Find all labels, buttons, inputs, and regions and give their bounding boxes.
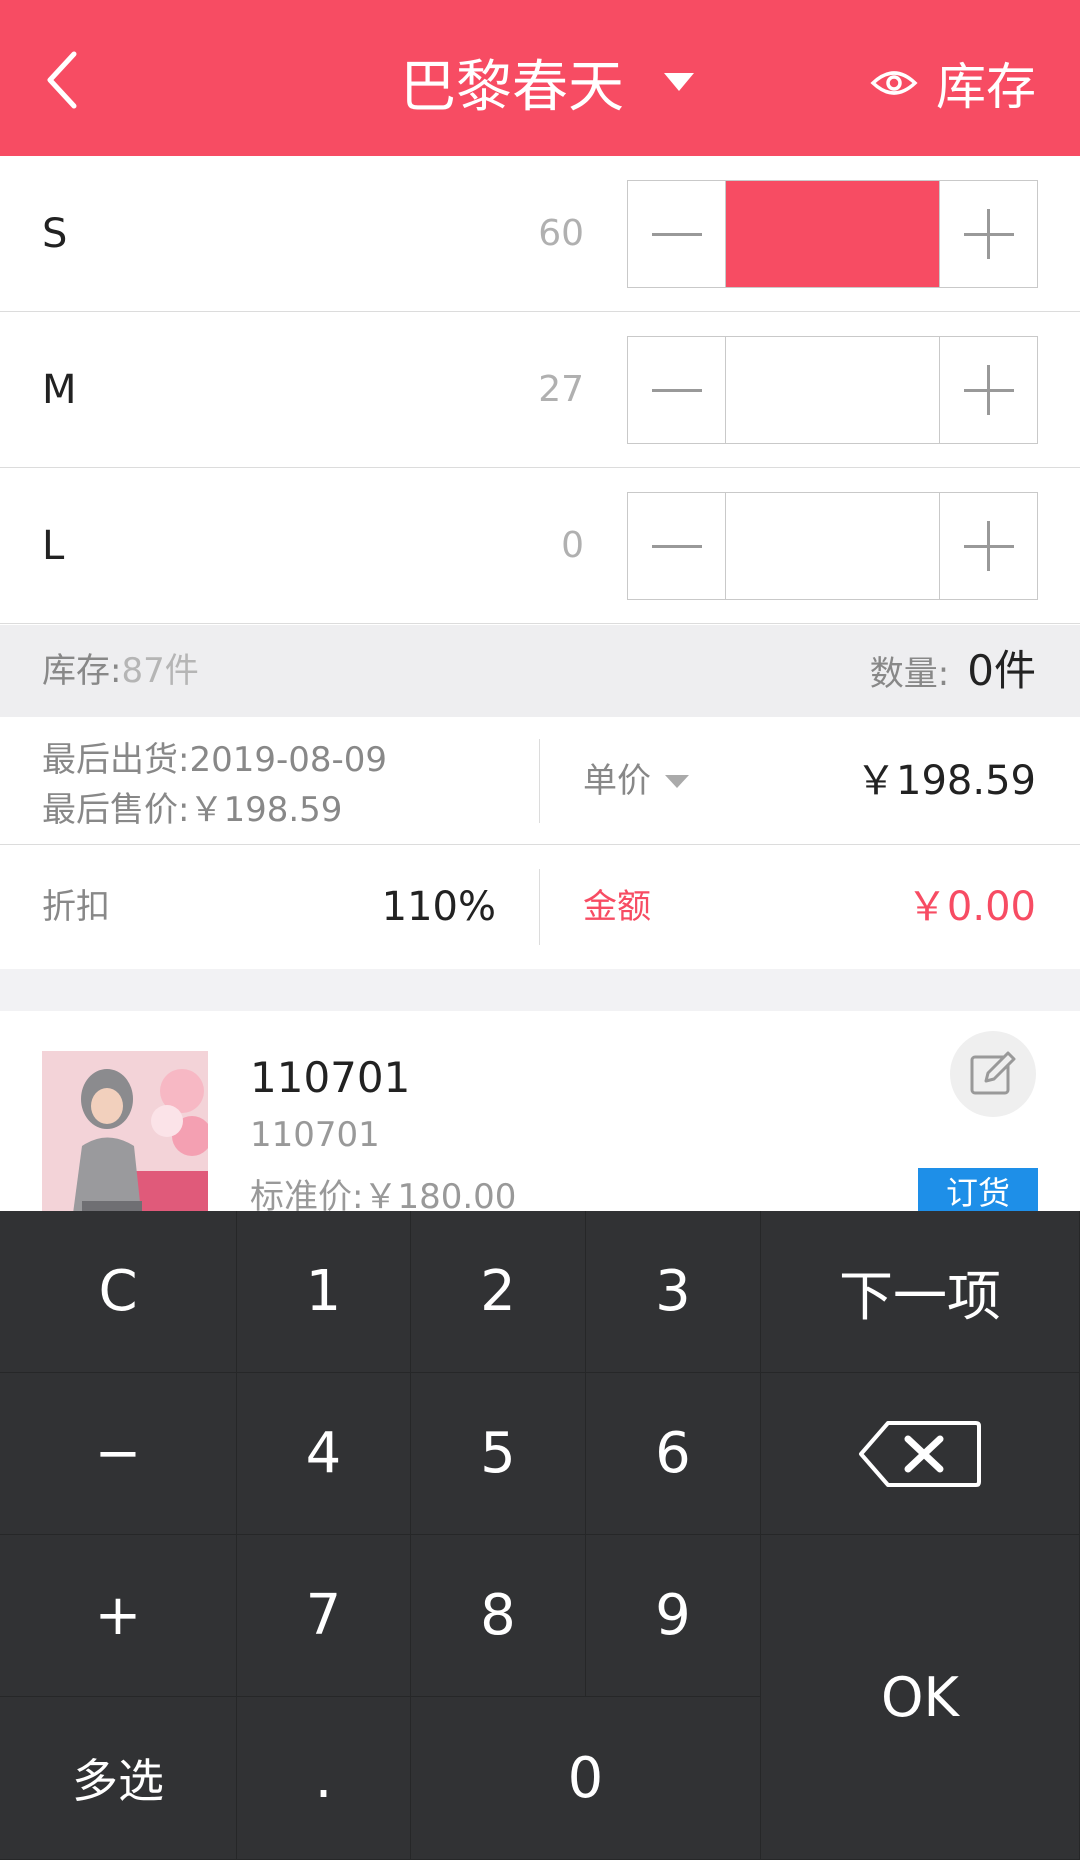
minus-icon [652, 389, 702, 392]
last-price-label: 最后售价: [42, 790, 190, 830]
standard-price: 标准价:￥180.00 [250, 1169, 516, 1211]
size-label: S [42, 211, 68, 257]
edit-icon [970, 1051, 1016, 1095]
page-title: 巴黎春天 [400, 54, 624, 120]
last-shipped-label: 最后出货: [42, 740, 190, 780]
quantity-input[interactable] [726, 337, 939, 443]
key-ok[interactable]: OK [761, 1535, 1080, 1860]
quantity-stepper [627, 180, 1038, 288]
top-bar: 巴黎春天 库存 [0, 0, 1080, 156]
key-clear[interactable]: C [0, 1211, 237, 1373]
key-decimal[interactable]: . [237, 1697, 411, 1860]
quantity-stepper [627, 336, 1038, 444]
size-label: L [42, 523, 65, 569]
total-quantity: 数量: 0件 [870, 625, 1036, 720]
backspace-icon [859, 1420, 981, 1487]
total-quantity-label: 数量: [869, 654, 950, 694]
amount-label: 金额 [583, 887, 651, 927]
size-stock: 0 [561, 525, 584, 566]
order-entry-screen: 巴黎春天 库存 S 60 M 27 L 0 库存:87件 数量: 0件 最后出货… [0, 0, 1080, 1860]
key-4[interactable]: 4 [237, 1373, 411, 1535]
key-9[interactable]: 9 [586, 1535, 761, 1697]
key-8[interactable]: 8 [411, 1535, 586, 1697]
edit-button[interactable] [950, 1031, 1036, 1117]
unit-price-label: 单价 [583, 761, 651, 801]
divider [539, 739, 540, 823]
eye-icon [870, 71, 918, 95]
discount-label: 折扣 [42, 887, 110, 927]
size-row-s: S 60 [0, 156, 1080, 312]
key-multi-select[interactable]: 多选 [0, 1697, 237, 1860]
back-chevron-icon[interactable] [40, 48, 100, 112]
minus-button[interactable] [628, 493, 726, 599]
standard-price-label: 标准价: [250, 1177, 364, 1211]
standard-price-value: ￥180.00 [363, 1177, 517, 1211]
product-sub-code: 110701 [250, 1115, 380, 1155]
last-price-value: ￥198.59 [189, 790, 343, 830]
size-row-m: M 27 [0, 312, 1080, 468]
key-next-item[interactable]: 下一项 [761, 1211, 1080, 1373]
discount-amount-row: 折扣 110% 金额 ￥0.00 [0, 845, 1080, 969]
plus-button[interactable] [939, 181, 1037, 287]
total-stock: 库存:87件 [42, 625, 199, 717]
stock-summary-bar: 库存:87件 数量: 0件 [0, 625, 1080, 717]
dropdown-caret-icon [664, 73, 694, 91]
key-5[interactable]: 5 [411, 1373, 586, 1535]
key-3[interactable]: 3 [586, 1211, 761, 1373]
store-selector[interactable]: 巴黎春天 [400, 42, 694, 122]
quantity-stepper [627, 492, 1038, 600]
product-card: 110701 110701 标准价:￥180.00 订货 [0, 1011, 1080, 1211]
size-label: M [42, 367, 77, 413]
unit-price-selector[interactable]: 单价 [583, 717, 689, 845]
key-1[interactable]: 1 [237, 1211, 411, 1373]
order-type-badge: 订货 [918, 1168, 1038, 1211]
divider [539, 869, 540, 945]
last-shipped-value: 2019-08-09 [189, 740, 388, 780]
minus-button[interactable] [628, 181, 726, 287]
total-stock-value: 87件 [121, 651, 199, 691]
key-6[interactable]: 6 [586, 1373, 761, 1535]
key-0[interactable]: 0 [411, 1697, 761, 1860]
total-quantity-value: 0件 [967, 646, 1036, 695]
minus-button[interactable] [628, 337, 726, 443]
minus-icon [652, 545, 702, 548]
last-sale-info: 最后出货:2019-08-09 最后售价:￥198.59 [42, 735, 387, 835]
unit-price-value[interactable]: ￥198.59 [856, 717, 1036, 845]
key-minus[interactable]: − [0, 1373, 237, 1535]
total-stock-label: 库存: [42, 651, 122, 691]
section-gap [0, 969, 1080, 1011]
amount-value: ￥0.00 [906, 884, 1036, 930]
stock-toggle-button[interactable]: 库存 [870, 48, 1036, 118]
quantity-input[interactable] [726, 493, 939, 599]
product-code: 110701 [250, 1053, 411, 1102]
price-info-row: 最后出货:2019-08-09 最后售价:￥198.59 单价 ￥198.59 [0, 717, 1080, 845]
stock-toggle-label: 库存 [936, 58, 1036, 116]
size-row-l: L 0 [0, 468, 1080, 624]
size-stock: 60 [538, 213, 584, 254]
key-backspace[interactable] [761, 1373, 1080, 1535]
dropdown-caret-icon [665, 774, 689, 788]
plus-button[interactable] [939, 493, 1037, 599]
key-7[interactable]: 7 [237, 1535, 411, 1697]
numeric-keypad: C 1 2 3 下一项 − 4 5 6 + 7 8 9 OK 多选 . 0 [0, 1211, 1080, 1860]
discount-value[interactable]: 110% [382, 845, 496, 969]
key-2[interactable]: 2 [411, 1211, 586, 1373]
key-plus[interactable]: + [0, 1535, 237, 1697]
product-image[interactable] [42, 1051, 208, 1211]
plus-button[interactable] [939, 337, 1037, 443]
minus-icon [652, 233, 702, 236]
quantity-input[interactable] [726, 181, 939, 287]
size-stock: 27 [538, 369, 584, 410]
